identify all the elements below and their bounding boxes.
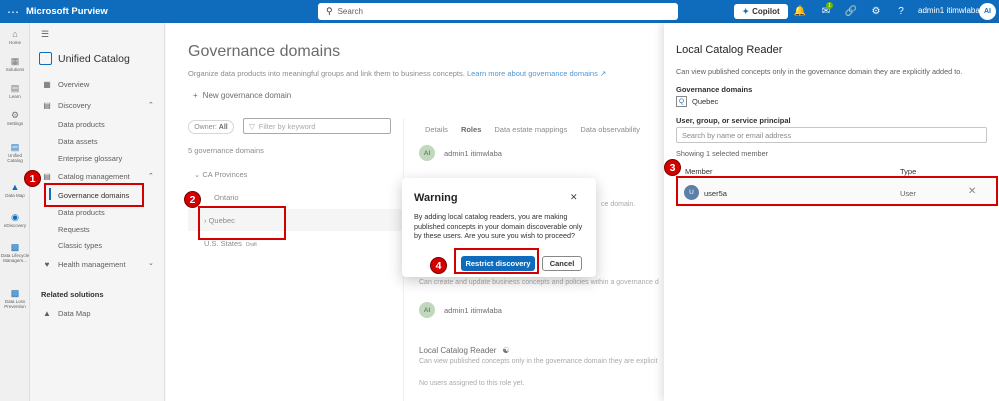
highlight-box-2	[198, 206, 286, 240]
link-icon[interactable]: 🔗	[844, 4, 858, 18]
rail-home[interactable]: ⌂ Home	[0, 29, 30, 45]
nav-discovery-data-products[interactable]: Data products	[58, 120, 105, 129]
user-avatar[interactable]: AI	[979, 3, 996, 20]
bell-icon[interactable]: 🔔	[793, 4, 807, 18]
notification-badge: 1	[826, 2, 833, 9]
nav-data-products[interactable]: Data products	[58, 208, 105, 217]
global-search-input[interactable]: ⚲ Search	[318, 3, 678, 20]
cancel-button[interactable]: Cancel	[542, 256, 582, 271]
callout-2: 2	[184, 191, 201, 208]
rail-unified-catalog[interactable]: ▤ Unified Catalog	[0, 142, 30, 163]
side-nav: ☰ Unified Catalog ▦ Overview ▤ Discovery ⌃…	[30, 23, 165, 401]
column-header-member: Member	[685, 167, 713, 176]
governance-domains-label: Governance domains	[676, 85, 753, 94]
rail-ediscovery[interactable]: ◉ eDiscovery	[0, 212, 30, 228]
nav-data-map[interactable]: ▲ Data Map	[42, 309, 91, 318]
copilot-label: Copilot	[752, 7, 780, 16]
lifecycle-icon: ▩	[10, 242, 20, 252]
nav-classic-types[interactable]: Classic types	[58, 241, 102, 250]
app-name[interactable]: Microsoft Purview	[26, 6, 108, 17]
ediscovery-icon: ◉	[11, 212, 19, 222]
chevron-down-icon[interactable]: ⌄	[148, 259, 154, 267]
gear-icon: ⚙	[10, 110, 20, 120]
rail-data-lifecycle[interactable]: ▩ Data Lifecycle Managem...	[0, 242, 30, 263]
panel-description: Can view published concepts only in the …	[676, 67, 963, 76]
dlp-icon: ▩	[10, 288, 20, 298]
map-icon: ▲	[43, 309, 51, 318]
dialog-body: By adding local catalog readers, you are…	[414, 212, 583, 240]
user-name[interactable]: admin1 itimwlaba	[918, 6, 980, 15]
nav-data-assets[interactable]: Data assets	[58, 137, 98, 146]
search-icon: ⚲	[326, 6, 333, 16]
principal-search-input[interactable]: Search by name or email address	[676, 127, 987, 143]
nav-overview[interactable]: ▦ Overview	[42, 80, 89, 89]
app-launcher-icon[interactable]: ⋯	[0, 0, 26, 23]
grid-icon: ▦	[10, 56, 20, 66]
callout-4: 4	[430, 257, 447, 274]
nav-discovery[interactable]: ▤ Discovery	[42, 101, 91, 110]
gear-icon[interactable]: ⚙	[869, 4, 883, 18]
selected-count: Showing 1 selected member	[676, 149, 769, 158]
chevron-up-icon[interactable]: ⌃	[148, 172, 154, 180]
catalog-management-icon: ▤	[43, 172, 51, 181]
principal-label: User, group, or service principal	[676, 116, 791, 125]
local-catalog-reader-panel: Local Catalog Reader Can view published …	[664, 23, 999, 401]
highlight-box-3	[676, 176, 998, 206]
nav-catalog-management[interactable]: ▤ Catalog management	[42, 172, 130, 181]
copilot-button[interactable]: ✦ Copilot	[734, 4, 788, 19]
domain-initial-icon: Q	[676, 96, 687, 107]
health-icon: ♥	[44, 260, 50, 269]
rail-learn[interactable]: ▤ Learn	[0, 83, 30, 99]
overview-icon: ▦	[43, 80, 51, 89]
help-icon[interactable]: ?	[894, 4, 908, 18]
rail-settings[interactable]: ⚙ Settings	[0, 110, 30, 126]
close-icon[interactable]: ✕	[570, 192, 578, 203]
highlight-box-4	[454, 248, 539, 274]
copilot-icon: ✦	[742, 7, 750, 16]
column-header-type: Type	[900, 167, 917, 176]
panel-title: Local Catalog Reader	[676, 44, 783, 56]
callout-3: 3	[664, 159, 681, 176]
chevron-up-icon[interactable]: ⌃	[148, 101, 154, 109]
catalog-icon: ▤	[10, 142, 20, 152]
nav-requests[interactable]: Requests	[58, 225, 90, 234]
book-icon: ▤	[10, 83, 20, 93]
hamburger-icon[interactable]: ☰	[41, 29, 49, 40]
callout-1: 1	[24, 170, 41, 187]
nav-enterprise-glossary[interactable]: Enterprise glossary	[58, 154, 122, 163]
catalog-logo-icon	[39, 52, 52, 65]
domain-chip: Q Quebec	[676, 96, 718, 107]
nav-title: Unified Catalog	[39, 52, 130, 65]
search-placeholder: Search	[337, 7, 363, 16]
nav-health-management[interactable]: ♥ Health management	[42, 260, 126, 269]
rail-dlp[interactable]: ▩ Data Loss Prevention	[0, 288, 30, 309]
rail-solutions[interactable]: ▦ Solutions	[0, 56, 30, 72]
home-icon: ⌂	[12, 29, 18, 39]
related-solutions-heading: Related solutions	[41, 290, 104, 299]
highlight-box-1	[44, 183, 144, 207]
left-rail: ⌂ Home ▦ Solutions ▤ Learn ⚙ Settings ▤ Unifi…	[0, 23, 30, 401]
discovery-icon: ▤	[43, 101, 51, 110]
dialog-title: Warning	[414, 192, 458, 204]
